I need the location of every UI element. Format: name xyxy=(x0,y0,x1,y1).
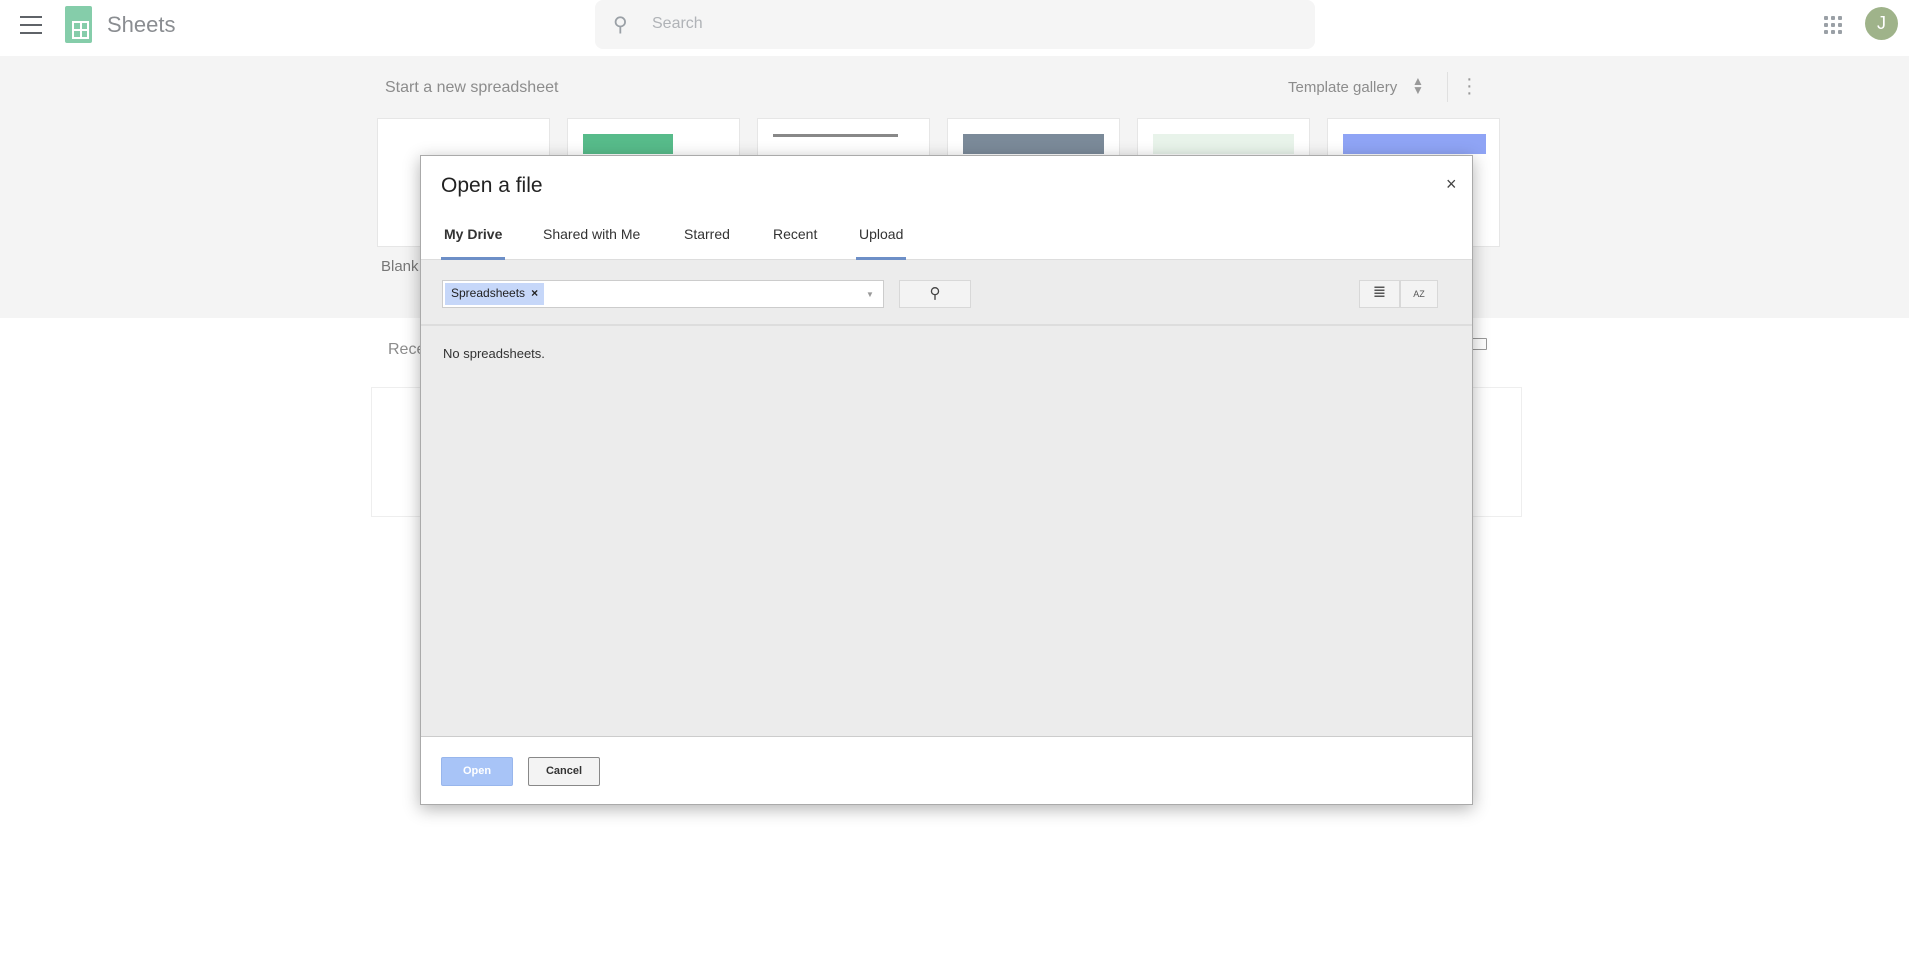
filter-chip: Spreadsheets × xyxy=(445,283,545,305)
template-thumbnail xyxy=(1153,134,1294,154)
divider xyxy=(1447,72,1448,102)
tab-label: Recent xyxy=(773,226,818,242)
tab-label: Upload xyxy=(859,226,904,242)
close-icon[interactable]: × xyxy=(1446,174,1457,195)
folder-icon[interactable] xyxy=(1472,338,1487,350)
tab-label: My Drive xyxy=(444,226,503,242)
dialog-title: Open a file xyxy=(441,174,543,197)
top-bar: Sheets ⚲ Search J xyxy=(0,0,1909,56)
dropdown-arrow-icon[interactable]: ▼ xyxy=(866,290,874,299)
search-icon: ⚲ xyxy=(929,285,941,302)
tab-underline xyxy=(441,257,506,260)
app-title[interactable]: Sheets xyxy=(107,12,176,38)
list-view-button[interactable]: ≣ xyxy=(1359,280,1400,308)
more-vert-icon[interactable]: · · · xyxy=(1466,69,1473,103)
template-gallery-button[interactable]: Template gallery xyxy=(1288,79,1397,96)
template-thumbnail xyxy=(963,134,1104,154)
list-icon: ≣ xyxy=(1372,284,1387,301)
dialog-header: Open a file × My Drive Shared with Me St… xyxy=(421,156,1472,260)
blank-label: Blank xyxy=(381,258,419,275)
tab-my-drive[interactable]: My Drive xyxy=(441,226,506,260)
divider xyxy=(421,324,1472,326)
apps-grid-icon[interactable] xyxy=(1824,16,1842,34)
open-button[interactable]: Open xyxy=(441,757,513,786)
search-button[interactable]: ⚲ xyxy=(899,280,971,308)
search-placeholder: Search xyxy=(652,15,703,32)
cancel-button[interactable]: Cancel xyxy=(528,757,600,786)
tab-label: Shared with Me xyxy=(543,226,641,242)
tab-starred[interactable]: Starred xyxy=(681,226,733,260)
section-title: Start a new spreadsheet xyxy=(385,79,559,96)
sheets-logo-icon[interactable] xyxy=(65,6,92,43)
tab-recent[interactable]: Recent xyxy=(770,226,820,260)
template-thumbnail xyxy=(1343,134,1486,154)
tab-upload[interactable]: Upload xyxy=(856,226,907,260)
tab-label: Starred xyxy=(684,226,730,242)
main-menu-icon[interactable] xyxy=(20,16,42,34)
template-thumbnail xyxy=(773,134,898,154)
sort-button[interactable]: AZ xyxy=(1400,280,1438,308)
sort-az-icon: AZ xyxy=(1413,289,1425,299)
tab-underline xyxy=(856,257,907,260)
expand-icon[interactable]: ▲ ▼ xyxy=(1412,75,1424,96)
open-file-dialog: Open a file × My Drive Shared with Me St… xyxy=(420,155,1473,805)
dialog-footer: Open Cancel xyxy=(421,736,1472,804)
remove-chip-icon[interactable]: × xyxy=(531,286,538,300)
search-icon: ⚲ xyxy=(613,14,628,36)
file-search-input[interactable]: Spreadsheets × ▼ xyxy=(442,280,884,308)
tab-shared-with-me[interactable]: Shared with Me xyxy=(540,226,643,260)
avatar[interactable]: J xyxy=(1865,7,1898,40)
search-input[interactable]: ⚲ Search xyxy=(595,0,1315,49)
template-thumbnail xyxy=(583,134,673,154)
chip-label: Spreadsheets xyxy=(451,286,526,300)
empty-message: No spreadsheets. xyxy=(443,346,545,361)
